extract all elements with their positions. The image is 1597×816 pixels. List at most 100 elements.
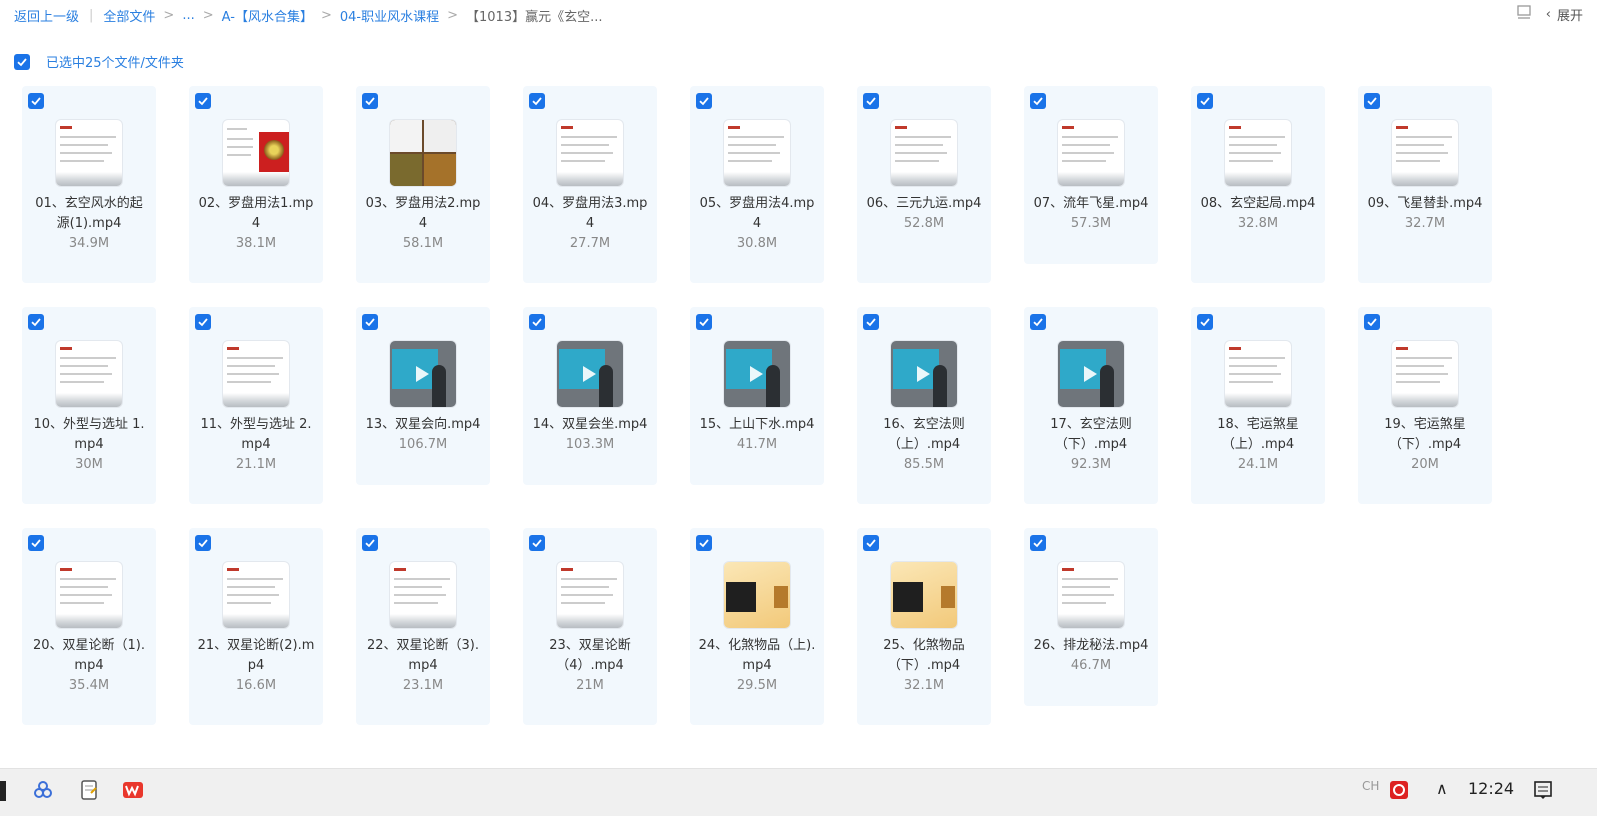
chevron-up-icon[interactable]: ∧ — [1436, 779, 1448, 798]
file-tile[interactable]: 03、罗盘用法2.mp4 58.1M — [356, 86, 490, 283]
file-tile[interactable]: 25、化煞物品（下）.mp4 32.1M — [857, 528, 991, 725]
back-link[interactable]: 返回上一级 — [14, 6, 79, 25]
file-name[interactable]: 01、玄空风水的起源(1).mp4 — [30, 194, 148, 234]
file-tile[interactable]: 01、玄空风水的起源(1).mp4 34.9M — [22, 86, 156, 283]
video-thumbnail[interactable] — [1058, 341, 1124, 407]
file-name[interactable]: 16、玄空法则（上）.mp4 — [865, 415, 983, 455]
file-name[interactable]: 25、化煞物品（下）.mp4 — [865, 636, 983, 676]
file-checkbox[interactable] — [696, 535, 712, 551]
file-tile[interactable]: 24、化煞物品（上).mp4 29.5M — [690, 528, 824, 725]
file-name[interactable]: 06、三元九运.mp4 — [865, 194, 983, 214]
file-tile[interactable]: 15、上山下水.mp4 41.7M — [690, 307, 824, 485]
file-checkbox[interactable] — [863, 535, 879, 551]
file-tile[interactable]: 17、玄空法则（下）.mp4 92.3M — [1024, 307, 1158, 504]
file-name[interactable]: 24、化煞物品（上).mp4 — [698, 636, 816, 676]
file-checkbox[interactable] — [28, 93, 44, 109]
expand-button[interactable]: ‹ 展开 — [1546, 5, 1583, 24]
video-thumbnail[interactable] — [223, 562, 289, 628]
file-checkbox[interactable] — [1197, 314, 1213, 330]
file-name[interactable]: 20、双星论断（1).mp4 — [30, 636, 148, 676]
file-name[interactable]: 10、外型与选址 1.mp4 — [30, 415, 148, 455]
file-checkbox[interactable] — [362, 93, 378, 109]
video-thumbnail[interactable] — [1392, 341, 1458, 407]
file-checkbox[interactable] — [1197, 93, 1213, 109]
file-tile[interactable]: 16、玄空法则（上）.mp4 85.5M — [857, 307, 991, 504]
file-checkbox[interactable] — [195, 93, 211, 109]
file-checkbox[interactable] — [1030, 314, 1046, 330]
file-tile[interactable]: 18、宅运煞星（上）.mp4 24.1M — [1191, 307, 1325, 504]
file-name[interactable]: 13、双星会向.mp4 — [364, 415, 482, 435]
file-name[interactable]: 02、罗盘用法1.mp4 — [197, 194, 315, 234]
file-name[interactable]: 05、罗盘用法4.mp4 — [698, 194, 816, 234]
file-name[interactable]: 14、双星会坐.mp4 — [531, 415, 649, 435]
file-name[interactable]: 08、玄空起局.mp4 — [1199, 194, 1317, 214]
file-checkbox[interactable] — [696, 314, 712, 330]
file-checkbox[interactable] — [362, 314, 378, 330]
network-share-icon[interactable] — [32, 779, 54, 801]
video-thumbnail[interactable] — [891, 562, 957, 628]
file-checkbox[interactable] — [863, 93, 879, 109]
file-tile[interactable]: 22、双星论断（3).mp4 23.1M — [356, 528, 490, 725]
file-name[interactable]: 26、排龙秘法.mp4 — [1032, 636, 1150, 656]
file-tile[interactable]: 13、双星会向.mp4 106.7M — [356, 307, 490, 485]
file-checkbox[interactable] — [863, 314, 879, 330]
video-thumbnail[interactable] — [891, 341, 957, 407]
video-thumbnail[interactable] — [390, 120, 456, 186]
file-checkbox[interactable] — [362, 535, 378, 551]
video-thumbnail[interactable] — [56, 120, 122, 186]
video-thumbnail[interactable] — [557, 562, 623, 628]
file-checkbox[interactable] — [1030, 535, 1046, 551]
file-name[interactable]: 11、外型与选址 2.mp4 — [197, 415, 315, 455]
notification-icon[interactable] — [1532, 779, 1554, 801]
file-name[interactable]: 22、双星论断（3).mp4 — [364, 636, 482, 676]
breadcrumb-a-collection[interactable]: A-【风水合集】 — [222, 6, 313, 25]
breadcrumb-ellipsis[interactable]: ... — [182, 8, 194, 23]
video-thumbnail[interactable] — [724, 341, 790, 407]
file-checkbox[interactable] — [28, 314, 44, 330]
file-name[interactable]: 19、宅运煞星（下）.mp4 — [1366, 415, 1484, 455]
file-tile[interactable]: 04、罗盘用法3.mp4 27.7M — [523, 86, 657, 283]
video-thumbnail[interactable] — [724, 120, 790, 186]
file-name[interactable]: 04、罗盘用法3.mp4 — [531, 194, 649, 234]
file-tile[interactable]: 14、双星会坐.mp4 103.3M — [523, 307, 657, 485]
file-name[interactable]: 15、上山下水.mp4 — [698, 415, 816, 435]
file-checkbox[interactable] — [696, 93, 712, 109]
file-tile[interactable]: 21、双星论断(2).mp4 16.6M — [189, 528, 323, 725]
video-thumbnail[interactable] — [1225, 341, 1291, 407]
wps-office-icon[interactable] — [122, 779, 144, 801]
video-thumbnail[interactable] — [1392, 120, 1458, 186]
video-thumbnail[interactable] — [56, 562, 122, 628]
video-thumbnail[interactable] — [1058, 562, 1124, 628]
file-name[interactable]: 17、玄空法则（下）.mp4 — [1032, 415, 1150, 455]
file-checkbox[interactable] — [529, 314, 545, 330]
file-checkbox[interactable] — [529, 93, 545, 109]
file-tile[interactable]: 26、排龙秘法.mp4 46.7M — [1024, 528, 1158, 706]
video-thumbnail[interactable] — [223, 341, 289, 407]
file-name[interactable]: 09、飞星替卦.mp4 — [1366, 194, 1484, 214]
breadcrumb-course[interactable]: 04-职业风水课程 — [340, 6, 439, 25]
file-tile[interactable]: 20、双星论断（1).mp4 35.4M — [22, 528, 156, 725]
breadcrumb-all-files[interactable]: 全部文件 — [103, 6, 155, 25]
file-tile[interactable]: 09、飞星替卦.mp4 32.7M — [1358, 86, 1492, 283]
video-thumbnail[interactable] — [223, 120, 289, 186]
file-tile[interactable]: 06、三元九运.mp4 52.8M — [857, 86, 991, 283]
video-thumbnail[interactable] — [1225, 120, 1291, 186]
file-name[interactable]: 23、双星论断（4）.mp4 — [531, 636, 649, 676]
file-name[interactable]: 07、流年飞星.mp4 — [1032, 194, 1150, 214]
app-tray-icon[interactable] — [1388, 779, 1410, 801]
video-thumbnail[interactable] — [557, 120, 623, 186]
video-thumbnail[interactable] — [390, 562, 456, 628]
notepad-icon[interactable] — [78, 779, 100, 801]
video-thumbnail[interactable] — [891, 120, 957, 186]
file-checkbox[interactable] — [529, 535, 545, 551]
file-tile[interactable]: 10、外型与选址 1.mp4 30M — [22, 307, 156, 504]
file-checkbox[interactable] — [28, 535, 44, 551]
file-name[interactable]: 18、宅运煞星（上）.mp4 — [1199, 415, 1317, 455]
file-name[interactable]: 03、罗盘用法2.mp4 — [364, 194, 482, 234]
video-thumbnail[interactable] — [724, 562, 790, 628]
video-thumbnail[interactable] — [390, 341, 456, 407]
list-view-icon[interactable] — [1516, 4, 1532, 24]
file-tile[interactable]: 08、玄空起局.mp4 32.8M — [1191, 86, 1325, 283]
file-tile[interactable]: 11、外型与选址 2.mp4 21.1M — [189, 307, 323, 504]
video-thumbnail[interactable] — [557, 341, 623, 407]
